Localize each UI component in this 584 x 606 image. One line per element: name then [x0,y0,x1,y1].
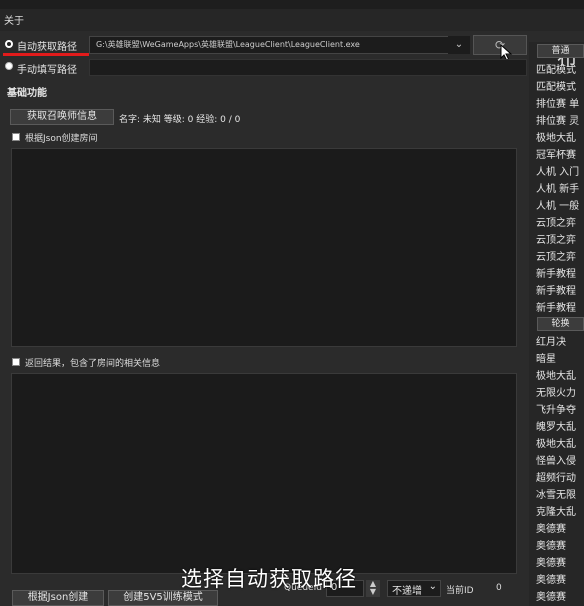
manual-path-radio[interactable] [5,62,13,70]
mode-list-item[interactable]: 新手教程 [536,283,584,300]
chevron-down-icon[interactable]: ⌄ [448,36,470,54]
mode-list-item[interactable]: 新手教程 [536,300,584,317]
queue-id-stepper[interactable]: ▲ ▼ [366,580,380,597]
mode-list-item[interactable]: 极地大乱 [536,436,584,453]
mode-list-item[interactable]: 克隆大乱 [536,504,584,521]
current-id-label: 当前ID [446,586,474,596]
create-by-json-checkbox[interactable] [12,133,20,141]
mode-list-item[interactable]: 匹配模式 [536,62,584,79]
mode-list-item[interactable]: 超频行动 [536,470,584,487]
chevron-down-icon: ⌄ [428,581,437,592]
mode-list-item[interactable]: 极地大乱 [536,130,584,147]
manual-path-label[interactable]: 手动填写路径 [17,61,77,76]
rotation-button[interactable]: 轮换 [537,317,584,331]
manual-path-input[interactable] [89,59,527,76]
mode-list-item[interactable]: 奥德赛 [536,538,584,555]
mode-list-item[interactable]: 人机 新手 [536,181,584,198]
return-result-checkbox[interactable] [12,358,20,366]
mode-list-item[interactable]: 魄罗大乱 [536,419,584,436]
mode-list-item[interactable]: 新手教程 [536,266,584,283]
mode-list-item[interactable]: 云顶之弈 [536,232,584,249]
increment-select-value: 不递增 [392,586,422,597]
create-by-json-button[interactable]: 根据Json创建 [12,590,104,606]
mode-list-item[interactable]: 暗星 [536,351,584,368]
mode-list-item[interactable]: 排位赛 灵 [536,113,584,130]
create-by-json-label: 根据Json创建房间 [25,134,98,144]
mode-list-item[interactable]: 奥德赛 [536,572,584,589]
increment-select[interactable]: 不递增 ⌄ [387,580,441,597]
mode-list-1: 匹配模式 匹配模式 排位赛 单排位赛 灵极地大乱 冠军杯赛 人机 入门 人机 新手 人机 一… [536,62,584,317]
menu-about[interactable]: 关于 [4,12,24,27]
summoner-info-text: 名字: 未知 等级: 0 经验: 0 / 0 [119,115,241,125]
mode-list-item[interactable]: 奥德赛 [536,589,584,606]
mode-list-item[interactable]: 极地大乱 [536,368,584,385]
return-result-label: 返回结果，包含了房间的相关信息 [25,359,161,369]
red-annotation-underline [3,53,89,56]
title-bar [0,0,584,9]
mode-list-item[interactable]: 人机 一般 [536,198,584,215]
mode-list-item[interactable]: 冰雪无限 [536,487,584,504]
auto-path-label[interactable]: 自动获取路径 [17,38,77,53]
mode-list-item[interactable]: 人机 入门 [536,164,584,181]
top-category-button[interactable]: 普通 [537,44,584,58]
path-select[interactable]: G:\英雄联盟\WeGameApps\英雄联盟\LeagueClient\Lea… [89,36,469,54]
mode-list-item[interactable]: 奥德赛 [536,521,584,538]
current-id-value: 0 [496,583,502,593]
mode-list-item[interactable]: 冠军杯赛 [536,147,584,164]
mode-list-item[interactable]: 红月决 [536,334,584,351]
result-output-area[interactable] [11,373,517,574]
mode-list-2: 红月决 暗星 极地大乱 无限火力 飞升争夺 魄罗大乱 极地大乱 怪兽入侵 超频行动 冰雪无限 克隆大… [536,334,584,606]
mode-list-item[interactable]: 匹配模式 [536,79,584,96]
auto-path-radio[interactable] [5,40,13,48]
get-summoner-button[interactable]: 获取召唤师信息 [10,109,114,125]
mode-list-item[interactable]: 无限火力 [536,385,584,402]
mode-list-item[interactable]: 排位赛 单 [536,96,584,113]
mode-list-item[interactable]: 怪兽入侵 [536,453,584,470]
mode-list-item[interactable]: 奥德赛 [536,555,584,572]
mode-list-item[interactable]: 飞升争夺 [536,402,584,419]
section-basic-title: 基础功能 [7,88,47,99]
mode-list-item[interactable]: 云顶之弈 [536,215,584,232]
mode-list-item[interactable]: 云顶之弈 [536,249,584,266]
menu-bar [0,9,584,31]
json-input-area[interactable] [11,148,517,347]
video-caption: 选择自动获取路径 [181,567,357,591]
